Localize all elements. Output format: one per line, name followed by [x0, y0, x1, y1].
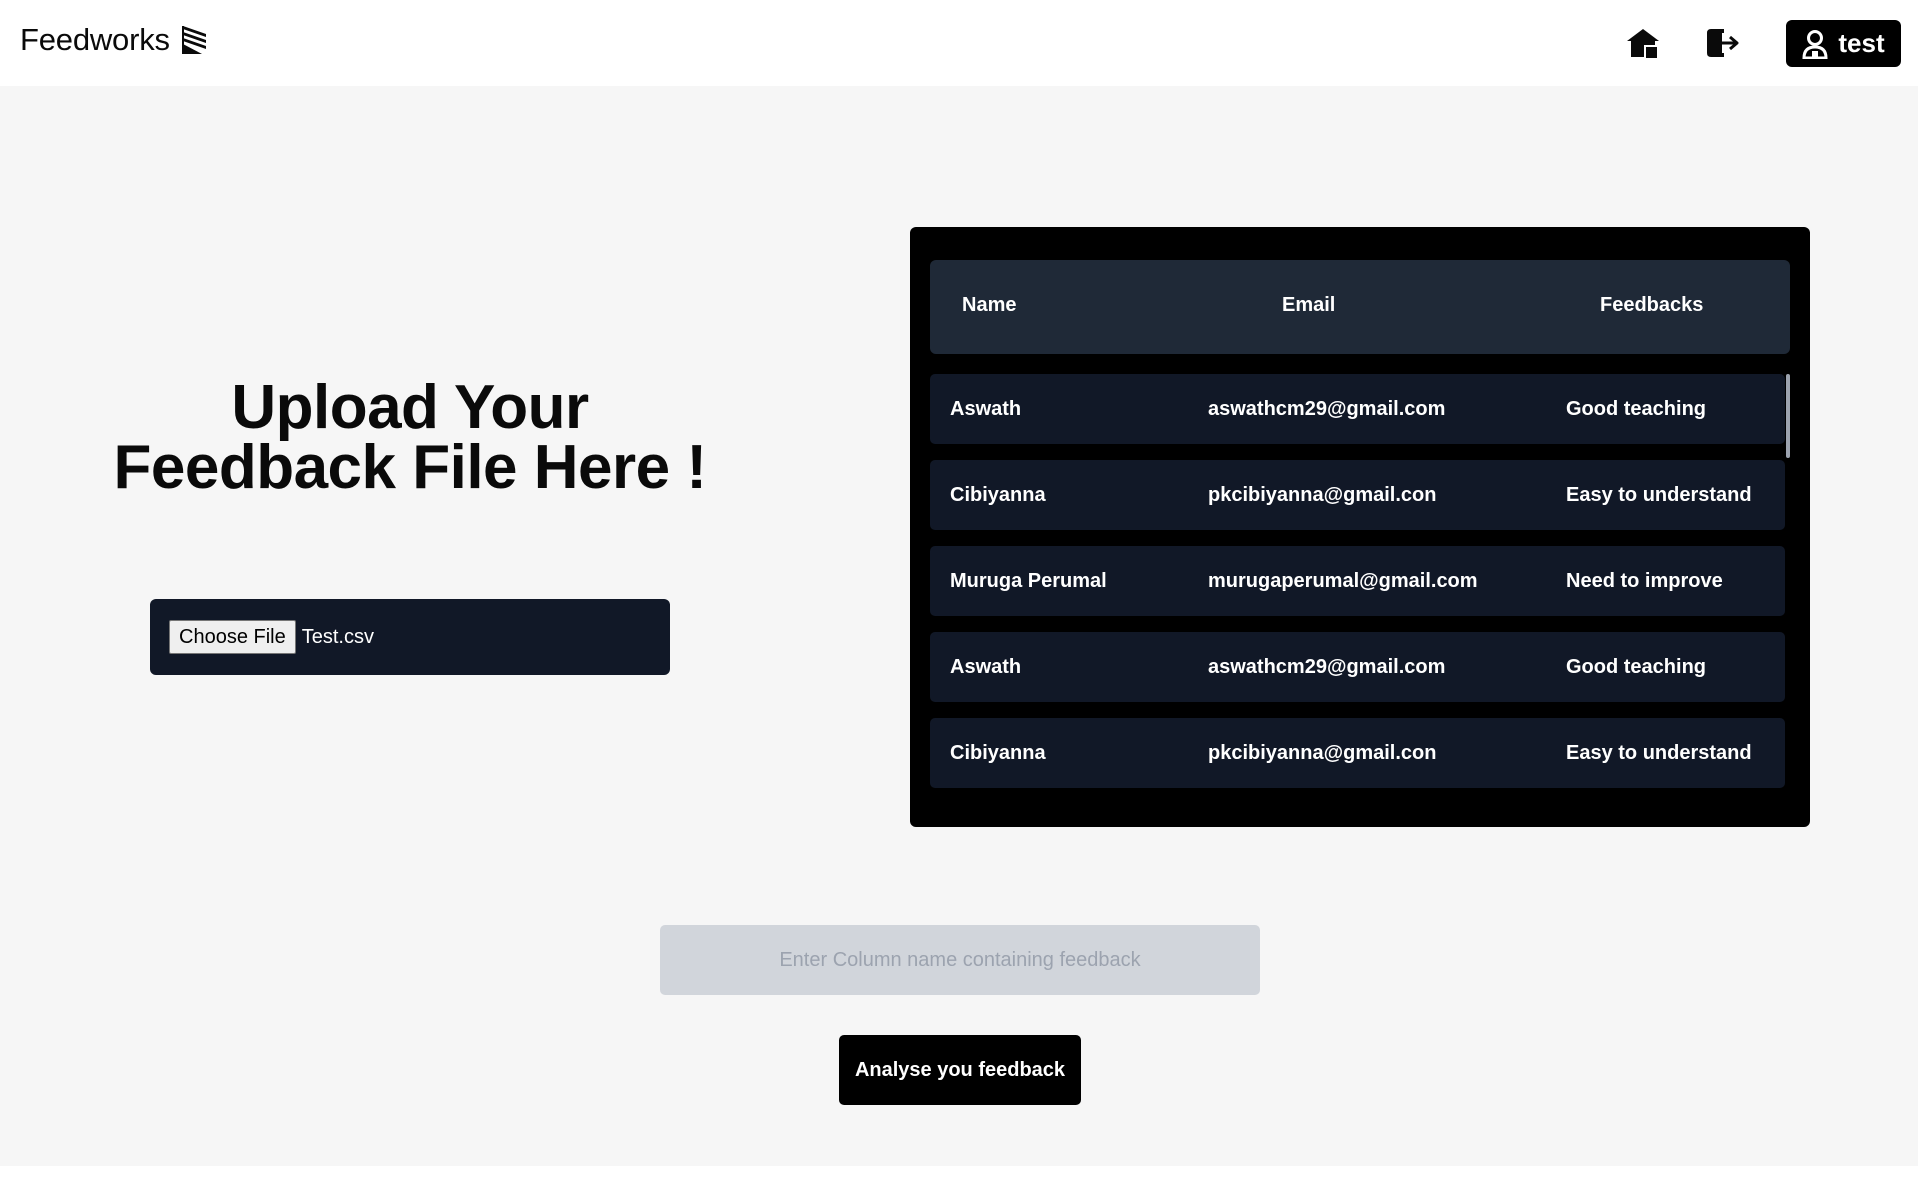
- upload-heading: Upload Your Feedback File Here !: [100, 373, 720, 502]
- cell-name: Aswath: [950, 398, 1022, 420]
- logout-button[interactable]: [1704, 24, 1742, 62]
- choose-file-button[interactable]: Choose File: [169, 620, 296, 654]
- table-row: Cibiyanna pkcibiyanna@gmail.con Easy to …: [930, 460, 1785, 530]
- analyse-feedback-button[interactable]: Analyse you feedback: [839, 1035, 1081, 1105]
- cell-name: Aswath: [950, 656, 1022, 678]
- table-scrollbar[interactable]: [1786, 374, 1790, 458]
- file-input[interactable]: Choose File Test.csv: [150, 599, 670, 675]
- cell-name: Cibiyanna: [950, 484, 1046, 506]
- table-row: Muruga Perumal murugaperumal@gmail.com N…: [930, 546, 1785, 616]
- table-row: Aswath aswathcm29@gmail.com Good teachin…: [930, 632, 1785, 702]
- cell-feedback: Easy to understand: [1566, 742, 1752, 764]
- top-navbar: Feedworks test: [0, 0, 1918, 86]
- feedback-table-panel: Name Email Feedbacks Aswath aswathcm29@g…: [910, 227, 1810, 827]
- table-row: Aswath aswathcm29@gmail.com Good teachin…: [930, 374, 1785, 444]
- upload-heading-line1: Upload Your: [231, 373, 589, 442]
- cell-name: Muruga Perumal: [950, 570, 1107, 592]
- book-pages-icon: [180, 24, 210, 56]
- column-header-email: Email: [1282, 294, 1336, 316]
- cell-email: aswathcm29@gmail.com: [1208, 656, 1446, 678]
- cell-feedback: Good teaching: [1566, 398, 1706, 420]
- table-header: Name Email Feedbacks: [930, 260, 1790, 354]
- home-icon: [1627, 29, 1659, 60]
- logout-icon: [1707, 29, 1739, 57]
- upload-heading-line2: Feedback File Here !: [113, 433, 707, 502]
- cell-feedback: Need to improve: [1566, 570, 1723, 592]
- cell-email: aswathcm29@gmail.com: [1208, 398, 1446, 420]
- brand-name: Feedworks: [20, 22, 170, 57]
- brand[interactable]: Feedworks: [20, 22, 210, 58]
- cell-email: pkcibiyanna@gmail.con: [1208, 742, 1437, 764]
- feedback-column-input[interactable]: [660, 925, 1260, 995]
- column-header-name: Name: [962, 294, 1017, 316]
- user-icon: [1802, 29, 1828, 59]
- bottom-strip: [0, 1166, 1918, 1199]
- user-menu-button[interactable]: test: [1786, 20, 1901, 67]
- home-button[interactable]: [1624, 24, 1662, 62]
- cell-feedback: Good teaching: [1566, 656, 1706, 678]
- column-header-feedbacks: Feedbacks: [1600, 294, 1704, 316]
- table-row: Cibiyanna pkcibiyanna@gmail.con Easy to …: [930, 718, 1785, 788]
- cell-email: murugaperumal@gmail.com: [1208, 570, 1478, 592]
- table-body[interactable]: Aswath aswathcm29@gmail.com Good teachin…: [930, 374, 1790, 804]
- selected-file-name: Test.csv: [301, 625, 374, 648]
- cell-email: pkcibiyanna@gmail.con: [1208, 484, 1437, 506]
- user-name: test: [1838, 28, 1885, 58]
- cell-feedback: Easy to understand: [1566, 484, 1752, 506]
- cell-name: Cibiyanna: [950, 742, 1046, 764]
